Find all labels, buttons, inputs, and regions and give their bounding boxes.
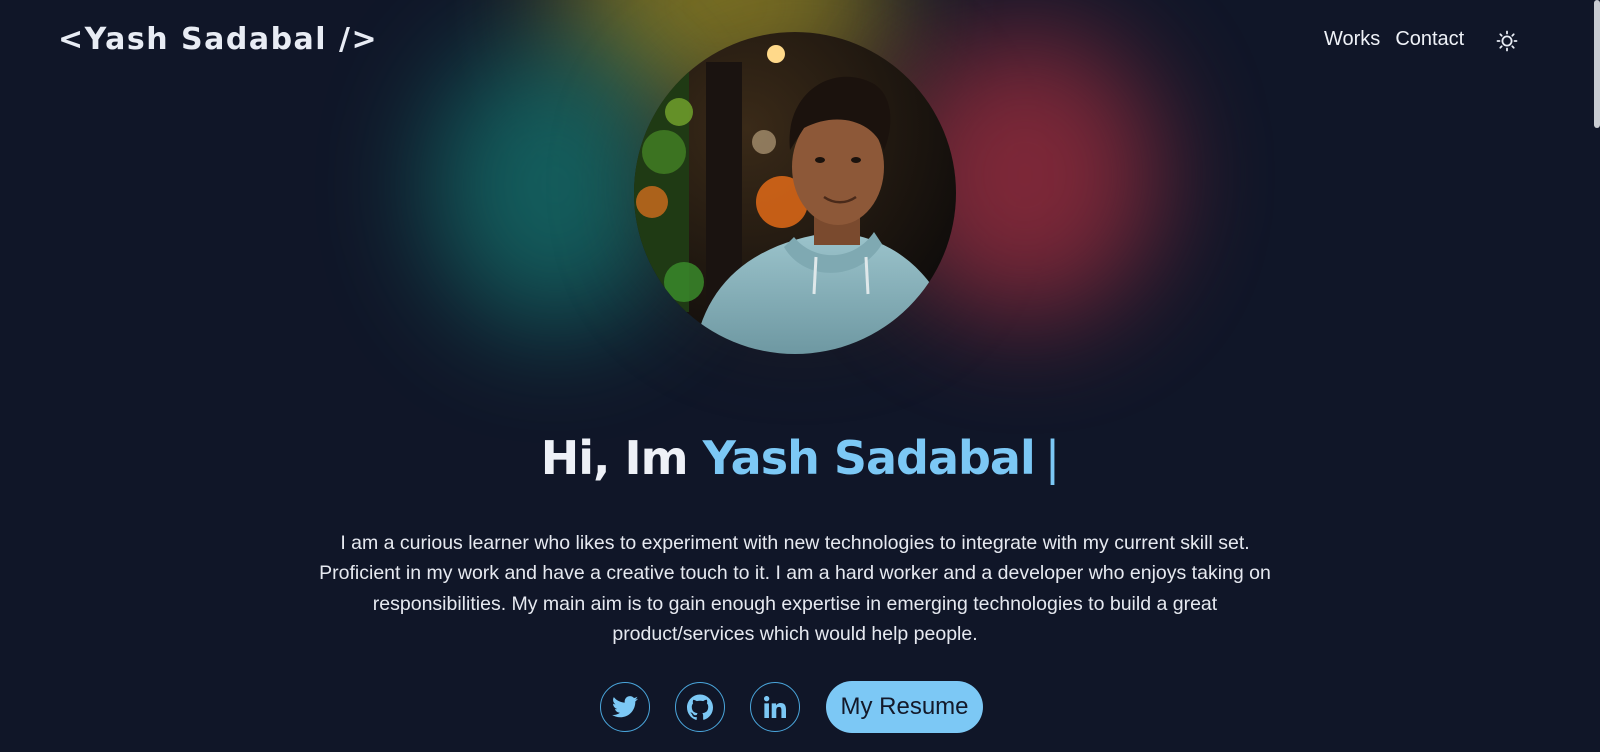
profile-avatar (634, 32, 956, 354)
linkedin-link[interactable] (750, 682, 800, 732)
nav-link-works[interactable]: Works (1324, 28, 1380, 51)
hero-name: Yash Sadabal (702, 430, 1036, 485)
greeting-text: Hi, Im (540, 430, 689, 485)
profile-photo (634, 32, 956, 354)
github-icon (687, 694, 713, 720)
main-nav: Works Contact (1324, 28, 1479, 51)
theme-toggle-button[interactable] (1494, 28, 1520, 54)
hero-bio: I am a curious learner who likes to expe… (319, 531, 1271, 646)
typing-cursor: | (1044, 430, 1060, 485)
nav-link-contact[interactable]: Contact (1395, 28, 1464, 51)
social-links: My Resume (600, 681, 983, 733)
twitter-icon (612, 696, 638, 718)
linkedin-icon (764, 696, 786, 718)
twitter-link[interactable] (600, 682, 650, 732)
site-logo[interactable]: <Yash Sadabal /> (58, 22, 378, 57)
page: <Yash Sadabal /> Works Contact Hi, Im Ya… (0, 0, 1600, 752)
page-scrollbar[interactable] (1594, 0, 1600, 128)
github-link[interactable] (675, 682, 725, 732)
hero-headline: Hi, Im Yash Sadabal | (0, 431, 1600, 485)
resume-button[interactable]: My Resume (826, 681, 983, 733)
sun-icon (1496, 30, 1518, 52)
